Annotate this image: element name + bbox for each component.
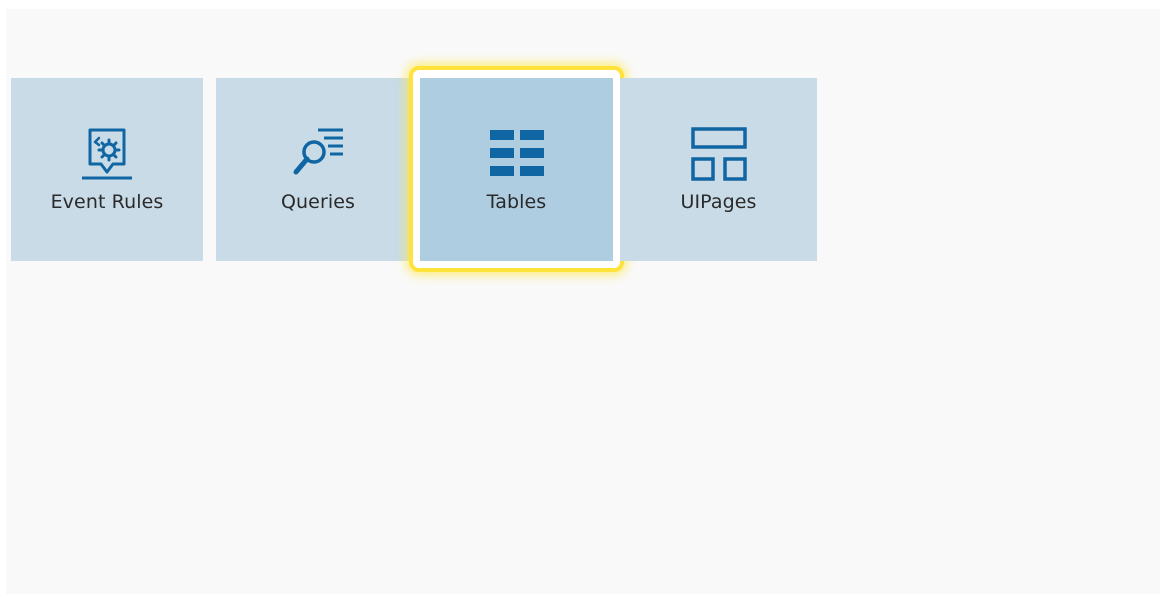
uipages-icon [689, 126, 749, 182]
event-rules-label: Event Rules [50, 191, 164, 213]
event-rules-tile[interactable]: Event Rules [11, 78, 203, 261]
queries-label: Queries [280, 191, 356, 213]
tables-tile[interactable]: Tables [420, 78, 613, 261]
queries-icon [288, 126, 348, 182]
uipages-label: UIPages [680, 191, 757, 213]
tables-label: Tables [486, 191, 547, 213]
uipages-tile[interactable]: UIPages [620, 78, 817, 261]
event-rules-icon [77, 126, 137, 182]
tables-icon [487, 126, 547, 182]
queries-tile[interactable]: Queries [216, 78, 420, 261]
